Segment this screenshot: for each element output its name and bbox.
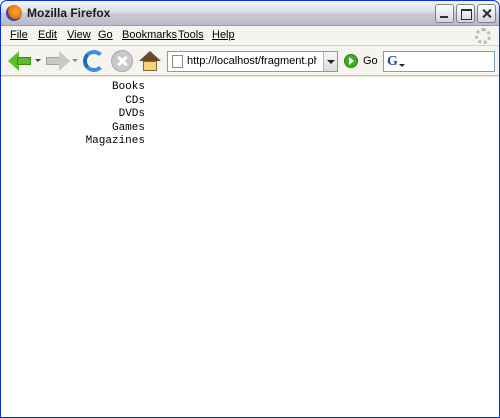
maximize-button[interactable] xyxy=(456,4,475,23)
window-title: Mozilla Firefox xyxy=(27,6,111,20)
list-item: CDs xyxy=(125,94,145,107)
menu-edit[interactable]: Edit xyxy=(38,29,57,41)
navigation-toolbar: Go G xyxy=(1,46,499,76)
stop-button[interactable] xyxy=(111,50,133,72)
go-label: Go xyxy=(363,55,378,67)
forward-arrow-icon xyxy=(59,51,70,71)
close-button[interactable] xyxy=(477,4,496,23)
url-history-dropdown[interactable] xyxy=(323,52,337,71)
minimize-button[interactable] xyxy=(435,4,454,23)
go-arrow-icon xyxy=(344,54,358,68)
go-button[interactable]: Go xyxy=(344,53,380,71)
back-history-dropdown[interactable] xyxy=(35,59,41,62)
minimize-icon xyxy=(436,5,453,22)
firefox-logo-icon xyxy=(6,5,22,21)
list-item: Magazines xyxy=(85,135,145,147)
fragment-list: Books CDs DVDs Games Magazines xyxy=(1,81,145,149)
maximize-icon xyxy=(457,5,474,22)
menu-go[interactable]: Go xyxy=(98,29,113,41)
menu-view[interactable]: View xyxy=(67,29,91,41)
search-input[interactable] xyxy=(406,52,492,71)
list-item: Books xyxy=(111,81,145,93)
address-bar[interactable] xyxy=(167,51,338,72)
menu-tools[interactable]: Tools xyxy=(178,29,204,41)
close-icon xyxy=(478,5,495,22)
forward-history-dropdown[interactable] xyxy=(72,59,78,62)
menu-bookmarks[interactable]: Bookmarks xyxy=(122,29,177,41)
url-input[interactable] xyxy=(187,52,317,71)
menu-bar: File Edit View Go Bookmarks Tools Help xyxy=(1,26,499,46)
forward-button[interactable] xyxy=(46,51,70,71)
list-item: DVDs xyxy=(118,108,145,120)
title-bar[interactable]: Mozilla Firefox xyxy=(1,1,499,26)
activity-throbber-icon xyxy=(475,28,491,44)
menu-file[interactable]: File xyxy=(10,29,28,41)
home-button[interactable] xyxy=(139,51,161,72)
browser-window: Mozilla Firefox File Edit View Go Bookma… xyxy=(0,0,500,418)
reload-button[interactable] xyxy=(83,50,105,72)
home-icon xyxy=(139,51,161,61)
search-engine-dropdown[interactable] xyxy=(399,64,405,67)
page-content: Books CDs DVDs Games Magazines xyxy=(1,77,499,417)
menu-help[interactable]: Help xyxy=(212,29,235,41)
search-bar[interactable]: G xyxy=(383,51,495,72)
page-icon xyxy=(172,55,183,68)
back-button[interactable] xyxy=(8,51,32,71)
list-item: Games xyxy=(111,121,145,134)
